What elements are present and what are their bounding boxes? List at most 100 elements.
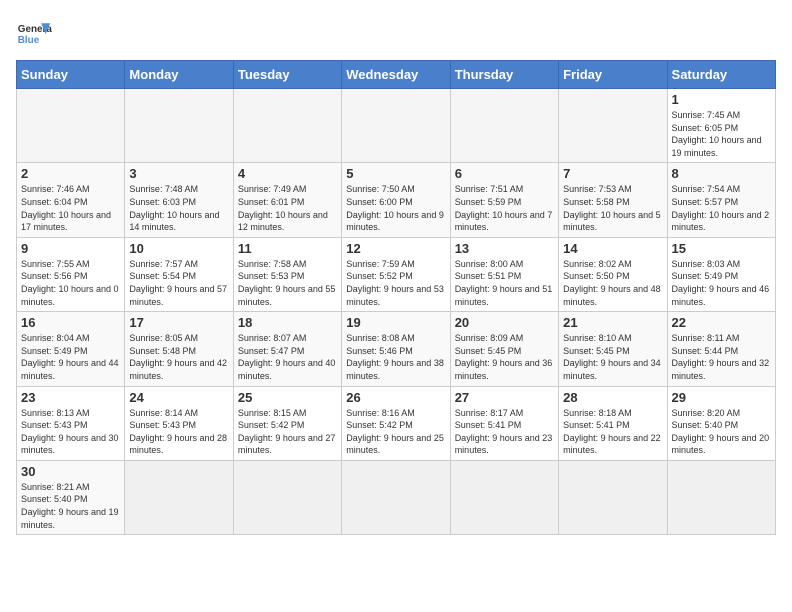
calendar-cell: 6 Sunrise: 7:51 AM Sunset: 5:59 PM Daylig… — [450, 163, 558, 237]
day-number: 8 — [672, 166, 771, 181]
weekday-header-saturday: Saturday — [667, 61, 775, 89]
page-header: General Blue — [16, 16, 776, 52]
day-number: 18 — [238, 315, 337, 330]
calendar-cell: 9 Sunrise: 7:55 AM Sunset: 5:56 PM Daylig… — [17, 237, 125, 311]
calendar-cell: 10 Sunrise: 7:57 AM Sunset: 5:54 PM Dayli… — [125, 237, 233, 311]
weekday-header-tuesday: Tuesday — [233, 61, 341, 89]
calendar-cell: 26Sunrise: 8:16 AM Sunset: 5:42 PM Dayli… — [342, 386, 450, 460]
day-info: Sunrise: 8:09 AM Sunset: 5:45 PM Dayligh… — [455, 332, 554, 382]
day-number: 10 — [129, 241, 228, 256]
calendar-cell: 23Sunrise: 8:13 AM Sunset: 5:43 PM Dayli… — [17, 386, 125, 460]
calendar-cell: 5 Sunrise: 7:50 AM Sunset: 6:00 PM Daylig… — [342, 163, 450, 237]
day-number: 19 — [346, 315, 445, 330]
calendar-cell: 25 Sunrise: 8:15 AM Sunset: 5:42 PM Dayli… — [233, 386, 341, 460]
day-number: 28 — [563, 390, 662, 405]
day-info: Sunrise: 8:15 AM Sunset: 5:42 PM Dayligh… — [238, 407, 337, 457]
day-info: Sunrise: 8:11 AM Sunset: 5:44 PM Dayligh… — [672, 332, 771, 382]
weekday-header-wednesday: Wednesday — [342, 61, 450, 89]
day-number: 29 — [672, 390, 771, 405]
day-info: Sunrise: 8:14 AM Sunset: 5:43 PM Dayligh… — [129, 407, 228, 457]
day-info: Sunrise: 7:54 AM Sunset: 5:57 PM Dayligh… — [672, 183, 771, 233]
weekday-header-sunday: Sunday — [17, 61, 125, 89]
calendar-cell: 13Sunrise: 8:00 AM Sunset: 5:51 PM Dayli… — [450, 237, 558, 311]
day-number: 5 — [346, 166, 445, 181]
day-info: Sunrise: 7:46 AM Sunset: 6:04 PM Dayligh… — [21, 183, 120, 233]
calendar-cell: 30Sunrise: 8:21 AM Sunset: 5:40 PM Dayli… — [17, 460, 125, 534]
day-info: Sunrise: 7:51 AM Sunset: 5:59 PM Dayligh… — [455, 183, 554, 233]
day-info: Sunrise: 7:50 AM Sunset: 6:00 PM Dayligh… — [346, 183, 445, 233]
svg-text:Blue: Blue — [18, 35, 40, 46]
day-number: 13 — [455, 241, 554, 256]
calendar-cell — [450, 89, 558, 163]
calendar-cell: 18 Sunrise: 8:07 AM Sunset: 5:47 PM Dayli… — [233, 312, 341, 386]
day-number: 1 — [672, 92, 771, 107]
calendar-cell: 1 Sunrise: 7:45 AM Sunset: 6:05 PM Daylig… — [667, 89, 775, 163]
day-info: Sunrise: 7:57 AM Sunset: 5:54 PM Dayligh… — [129, 258, 228, 308]
day-info: Sunrise: 8:04 AM Sunset: 5:49 PM Dayligh… — [21, 332, 120, 382]
day-number: 25 — [238, 390, 337, 405]
calendar-table: SundayMondayTuesdayWednesdayThursdayFrid… — [16, 60, 776, 535]
calendar-week-6: 30Sunrise: 8:21 AM Sunset: 5:40 PM Dayli… — [17, 460, 776, 534]
day-info: Sunrise: 8:02 AM Sunset: 5:50 PM Dayligh… — [563, 258, 662, 308]
day-number: 30 — [21, 464, 120, 479]
calendar-cell: 20 Sunrise: 8:09 AM Sunset: 5:45 PM Dayli… — [450, 312, 558, 386]
day-info: Sunrise: 8:20 AM Sunset: 5:40 PM Dayligh… — [672, 407, 771, 457]
day-info: Sunrise: 8:10 AM Sunset: 5:45 PM Dayligh… — [563, 332, 662, 382]
day-info: Sunrise: 7:45 AM Sunset: 6:05 PM Dayligh… — [672, 109, 771, 159]
day-number: 11 — [238, 241, 337, 256]
weekday-header-monday: Monday — [125, 61, 233, 89]
day-number: 15 — [672, 241, 771, 256]
calendar-cell — [125, 89, 233, 163]
logo: General Blue — [16, 16, 52, 52]
day-info: Sunrise: 8:17 AM Sunset: 5:41 PM Dayligh… — [455, 407, 554, 457]
day-number: 20 — [455, 315, 554, 330]
calendar-cell — [342, 460, 450, 534]
day-number: 17 — [129, 315, 228, 330]
day-info: Sunrise: 7:58 AM Sunset: 5:53 PM Dayligh… — [238, 258, 337, 308]
day-info: Sunrise: 8:18 AM Sunset: 5:41 PM Dayligh… — [563, 407, 662, 457]
day-number: 12 — [346, 241, 445, 256]
calendar-cell — [342, 89, 450, 163]
day-info: Sunrise: 7:48 AM Sunset: 6:03 PM Dayligh… — [129, 183, 228, 233]
day-number: 3 — [129, 166, 228, 181]
day-info: Sunrise: 7:49 AM Sunset: 6:01 PM Dayligh… — [238, 183, 337, 233]
day-number: 14 — [563, 241, 662, 256]
day-info: Sunrise: 7:59 AM Sunset: 5:52 PM Dayligh… — [346, 258, 445, 308]
day-number: 6 — [455, 166, 554, 181]
weekday-header-row: SundayMondayTuesdayWednesdayThursdayFrid… — [17, 61, 776, 89]
day-number: 9 — [21, 241, 120, 256]
day-info: Sunrise: 7:55 AM Sunset: 5:56 PM Dayligh… — [21, 258, 120, 308]
day-info: Sunrise: 8:05 AM Sunset: 5:48 PM Dayligh… — [129, 332, 228, 382]
logo-icon: General Blue — [16, 16, 52, 52]
calendar-cell: 24Sunrise: 8:14 AM Sunset: 5:43 PM Dayli… — [125, 386, 233, 460]
weekday-header-friday: Friday — [559, 61, 667, 89]
day-number: 22 — [672, 315, 771, 330]
calendar-week-5: 23Sunrise: 8:13 AM Sunset: 5:43 PM Dayli… — [17, 386, 776, 460]
day-info: Sunrise: 8:03 AM Sunset: 5:49 PM Dayligh… — [672, 258, 771, 308]
calendar-cell: 3 Sunrise: 7:48 AM Sunset: 6:03 PM Daylig… — [125, 163, 233, 237]
calendar-cell: 2Sunrise: 7:46 AM Sunset: 6:04 PM Daylig… — [17, 163, 125, 237]
day-number: 7 — [563, 166, 662, 181]
day-info: Sunrise: 8:16 AM Sunset: 5:42 PM Dayligh… — [346, 407, 445, 457]
calendar-cell — [233, 89, 341, 163]
calendar-cell: 11 Sunrise: 7:58 AM Sunset: 5:53 PM Dayli… — [233, 237, 341, 311]
calendar-cell: 7Sunrise: 7:53 AM Sunset: 5:58 PM Daylig… — [559, 163, 667, 237]
calendar-cell — [450, 460, 558, 534]
calendar-week-2: 2Sunrise: 7:46 AM Sunset: 6:04 PM Daylig… — [17, 163, 776, 237]
calendar-cell: 14 Sunrise: 8:02 AM Sunset: 5:50 PM Dayli… — [559, 237, 667, 311]
day-number: 21 — [563, 315, 662, 330]
weekday-header-thursday: Thursday — [450, 61, 558, 89]
calendar-cell: 27Sunrise: 8:17 AM Sunset: 5:41 PM Dayli… — [450, 386, 558, 460]
calendar-cell: 17 Sunrise: 8:05 AM Sunset: 5:48 PM Dayli… — [125, 312, 233, 386]
calendar-week-1: 1 Sunrise: 7:45 AM Sunset: 6:05 PM Daylig… — [17, 89, 776, 163]
calendar-cell: 29 Sunrise: 8:20 AM Sunset: 5:40 PM Dayli… — [667, 386, 775, 460]
calendar-cell — [125, 460, 233, 534]
day-info: Sunrise: 8:07 AM Sunset: 5:47 PM Dayligh… — [238, 332, 337, 382]
day-number: 4 — [238, 166, 337, 181]
calendar-week-4: 16 Sunrise: 8:04 AM Sunset: 5:49 PM Dayli… — [17, 312, 776, 386]
day-number: 16 — [21, 315, 120, 330]
calendar-cell — [17, 89, 125, 163]
calendar-cell: 22 Sunrise: 8:11 AM Sunset: 5:44 PM Dayli… — [667, 312, 775, 386]
calendar-cell: 15 Sunrise: 8:03 AM Sunset: 5:49 PM Dayli… — [667, 237, 775, 311]
calendar-cell: 8 Sunrise: 7:54 AM Sunset: 5:57 PM Daylig… — [667, 163, 775, 237]
